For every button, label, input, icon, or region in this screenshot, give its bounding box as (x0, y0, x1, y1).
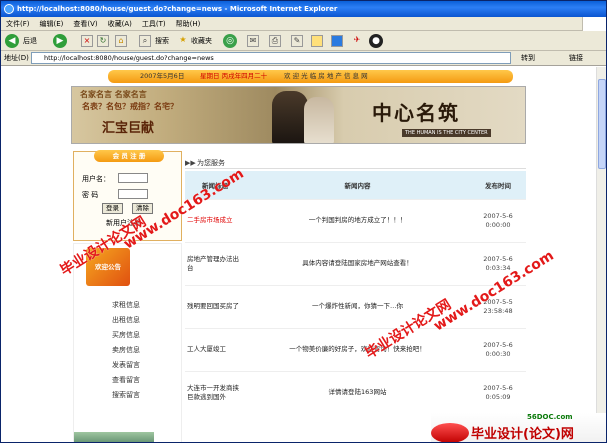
menu-item-for-rent[interactable]: 出租信息 (112, 315, 140, 325)
section-title: 为您服务 (197, 159, 225, 167)
go-button[interactable]: 转到 (521, 53, 535, 63)
plugin-icon[interactable]: ✈ (351, 35, 363, 47)
sidebar-photo (74, 432, 154, 442)
menu-item-view-messages[interactable]: 查看留言 (112, 375, 140, 385)
back-arrow-icon[interactable]: ◀ (5, 34, 19, 48)
menu-view[interactable]: 查看(V) (68, 17, 102, 31)
news-date: 2007-5-6 0:00:30 (470, 327, 526, 371)
banner-line2: 名表？名包？戒指？名宅？ (82, 102, 178, 111)
media-icon[interactable]: ◎ (223, 34, 237, 48)
stop-icon[interactable]: × (81, 35, 93, 47)
brand-logo-icon (431, 423, 469, 442)
menu-edit[interactable]: 编辑(E) (35, 17, 69, 31)
favorites-star-icon[interactable]: ★ (177, 35, 189, 47)
info-menu: 欢迎公告 求租信息 出租信息 买房信息 卖房信息 发表留言 查看留言 搜索留言 (73, 243, 182, 442)
vertical-scrollbar[interactable] (596, 67, 606, 442)
header-content: 新闻内容 (245, 171, 470, 199)
links-button[interactable]: 链接 (569, 53, 583, 63)
menu-file[interactable]: 文件(F) (1, 17, 35, 31)
table-row: 大连市一开发商挟巨款逃到国外 详情请登陆163网站 2007-5-6 0:05:0… (185, 370, 526, 414)
folder-icon[interactable] (311, 35, 323, 47)
sidebar: 会 员 注 册 用户名： 密 码 登录 清除 新用户注册 欢迎公告 求租信息 出… (71, 150, 184, 442)
news-date: 2007-5-6 0:05:09 (470, 370, 526, 414)
address-label: 地址(D) (4, 54, 29, 62)
login-button[interactable]: 登录 (102, 203, 123, 214)
news-content[interactable]: 具体内容请登陆国家房地产网站查看！ (245, 241, 470, 285)
banner-line3: 汇宝巨献 (102, 121, 155, 136)
table-row: 工人大厦竣工 一个物美价廉的好房子，欢迎咨询！快来抢吧！ 2007-5-6 0:0… (185, 327, 526, 371)
menu-help[interactable]: 帮助(H) (171, 17, 206, 31)
favorites-button[interactable]: 收藏夹 (191, 34, 212, 48)
username-label: 用户名： (82, 175, 110, 183)
mail-icon[interactable]: ✉ (247, 35, 259, 47)
qq-icon[interactable]: ● (369, 34, 383, 48)
news-title[interactable]: 房地产管理办法出台 (185, 241, 245, 285)
banner-headline: 中心名筑 (372, 101, 460, 125)
print-icon[interactable]: ⎙ (269, 35, 281, 47)
menu-tools[interactable]: 工具(T) (137, 17, 171, 31)
date-text: 2007年5月6日 (140, 72, 185, 80)
menu-bar: 文件(F) 编辑(E) 查看(V) 收藏(A) 工具(T) 帮助(H) (1, 17, 606, 31)
menu-item-search-messages[interactable]: 搜索留言 (112, 390, 140, 400)
window-title: http://localhost:8080/house/guest.do?cha… (17, 5, 338, 13)
brand-text: 毕业设计(论文)网 (471, 427, 574, 442)
banner-image: 名家名言 名家名言 名表？名包？戒指？名宅？ 汇宝巨献 中心名筑 THE HUM… (71, 86, 526, 144)
news-title[interactable]: 残明要回国买房了 (185, 284, 245, 328)
menu-item-buy[interactable]: 买房信息 (112, 330, 140, 340)
brand-watermark: 56DOC.com 毕业设计(论文)网 (431, 413, 606, 442)
home-icon[interactable]: ⌂ (115, 35, 127, 47)
ie-icon (4, 4, 14, 14)
scrollbar-thumb[interactable] (598, 79, 606, 169)
back-button[interactable]: 后退 (23, 34, 37, 48)
browser-window: http://localhost:8080/house/guest.do?cha… (0, 0, 607, 443)
address-bar: 地址(D) http://localhost:8080/house/guest.… (1, 51, 606, 66)
brand-site: 56DOC.com (527, 413, 573, 421)
weekday-text: 星期日 丙戌年四月二十 (200, 72, 268, 80)
menu-item-sell[interactable]: 卖房信息 (112, 345, 140, 355)
forward-arrow-icon[interactable]: ▶ (53, 34, 67, 48)
welcome-text: 欢 迎 光 临 房 地 产 信 息 网 (284, 72, 368, 80)
news-content[interactable]: 一个物美价廉的好房子，欢迎咨询！快来抢吧！ (245, 327, 470, 371)
news-content[interactable]: 详情请登陆163网站 (245, 370, 470, 414)
messenger-icon[interactable] (331, 35, 343, 47)
windows-logo-icon (582, 17, 606, 31)
banner-person-woman (304, 97, 334, 143)
password-label: 密 码 (82, 191, 99, 199)
banner-person-man (272, 91, 308, 143)
search-icon[interactable]: ⌕ (139, 35, 151, 47)
menu-item-post-message[interactable]: 发表留言 (112, 360, 140, 370)
news-content[interactable]: 一个判国判房的地方成立了！！！ (245, 198, 470, 242)
address-input[interactable]: http://localhost:8080/house/guest.do?cha… (31, 52, 511, 64)
news-date: 2007-5-6 0:00:00 (470, 198, 526, 242)
menu-favorites[interactable]: 收藏(A) (103, 17, 137, 31)
table-row: 房地产管理办法出台 具体内容请登陆国家房地产网站查看！ 2007-5-6 0:03… (185, 241, 526, 285)
refresh-icon[interactable]: ↻ (97, 35, 109, 47)
login-title: 会 员 注 册 (94, 150, 164, 162)
title-bar: http://localhost:8080/house/guest.do?cha… (1, 1, 606, 17)
arrow-icon: ▶▶ (185, 159, 196, 167)
username-input[interactable] (118, 173, 148, 183)
banner-line1: 名家名言 名家名言 (80, 90, 147, 99)
banner-tagline: THE HUMAN IS THE CITY CENTER (402, 129, 491, 137)
table-row: 二手房市场成立 一个判国判房的地方成立了！！！ 2007-5-6 0:00:00 (185, 198, 526, 242)
search-button[interactable]: 搜索 (155, 34, 169, 48)
header-date: 发布时间 (470, 171, 526, 199)
edit-icon[interactable]: ✎ (291, 35, 303, 47)
date-bar: 2007年5月6日 星期日 丙戌年四月二十 欢 迎 光 临 房 地 产 信 息 … (108, 70, 513, 83)
menu-item-rent-wanted[interactable]: 求租信息 (112, 300, 140, 310)
password-input[interactable] (118, 189, 148, 199)
toolbar: ◀ 后退 ▶ × ↻ ⌂ ⌕ 搜索 ★ 收藏夹 ◎ ✉ ⎙ ✎ ✈ ● (1, 31, 606, 51)
news-title[interactable]: 工人大厦竣工 (185, 327, 245, 371)
news-title[interactable]: 大连市一开发商挟巨款逃到国外 (185, 370, 245, 414)
